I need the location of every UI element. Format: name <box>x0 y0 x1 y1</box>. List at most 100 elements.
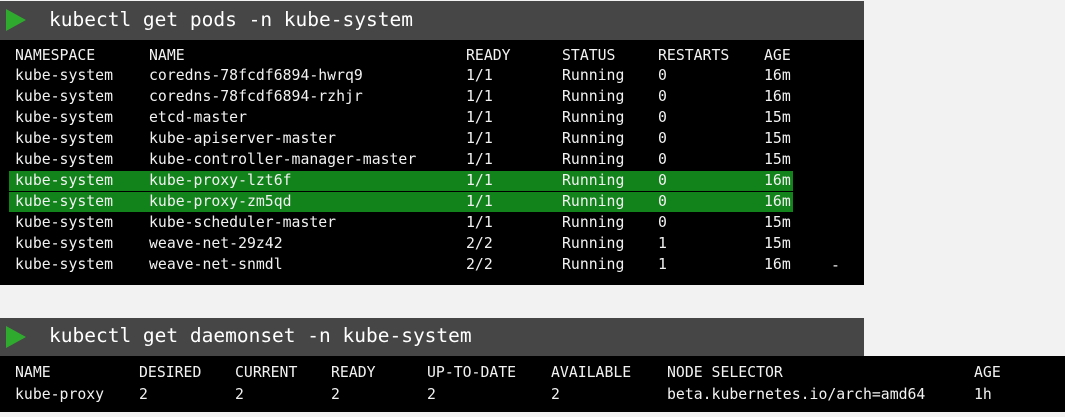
cell-ready: 2/2 <box>466 256 493 273</box>
cell-current: 2 <box>235 386 244 403</box>
cell-status: Running <box>562 109 625 126</box>
cell-up-to-date: 2 <box>427 386 436 403</box>
cell-restarts: 0 <box>658 214 667 231</box>
cell-age: 16m <box>764 67 791 84</box>
cell-name: kube-apiserver-master <box>149 130 337 147</box>
cell-name: kube-proxy-lzt6f <box>149 172 292 189</box>
cell-namespace: kube-system <box>15 130 113 147</box>
cell-name: kube-scheduler-master <box>149 214 337 231</box>
daemonset-terminal-output: NAME DESIRED CURRENT READY UP-TO-DATE AV… <box>0 356 1065 412</box>
cell-restarts: 1 <box>658 235 667 252</box>
cell-namespace: kube-system <box>15 151 113 168</box>
header-up-to-date: UP-TO-DATE <box>427 364 517 381</box>
table-row: kube-system weave-net-snmdl 2/2 Running 1 16m <box>0 255 864 275</box>
cell-age: 15m <box>764 130 791 147</box>
cell-namespace: kube-system <box>15 109 113 126</box>
header-namespace: NAMESPACE <box>15 47 96 64</box>
trailing-mark: - <box>831 257 840 274</box>
table-row-highlighted: kube-system kube-proxy-zm5qd 1/1 Running 0 16… <box>0 192 864 212</box>
header-status: STATUS <box>562 47 616 64</box>
cell-ready: 1/1 <box>466 88 493 105</box>
cell-name: coredns-78fcdf6894-hwrq9 <box>149 67 363 84</box>
header-restarts: RESTARTS <box>658 47 730 64</box>
pods-terminal-output: NAMESPACE NAME READY STATUS RESTARTS AGE… <box>0 40 864 285</box>
cell-restarts: 0 <box>658 130 667 147</box>
cell-status: Running <box>562 172 625 189</box>
cell-namespace: kube-system <box>15 88 113 105</box>
cell-ready: 1/1 <box>466 130 493 147</box>
cell-name: weave-net-29z42 <box>149 235 283 252</box>
cell-status: Running <box>562 214 625 231</box>
header-available: AVAILABLE <box>551 364 632 381</box>
cell-status: Running <box>562 235 625 252</box>
cell-ready: 2/2 <box>466 235 493 252</box>
table-row-highlighted: kube-system kube-proxy-lzt6f 1/1 Running 0 16… <box>0 171 864 191</box>
cell-restarts: 0 <box>658 172 667 189</box>
cell-namespace: kube-system <box>15 172 113 189</box>
cell-ready: 2 <box>331 386 340 403</box>
cell-ready: 1/1 <box>466 109 493 126</box>
cell-restarts: 1 <box>658 256 667 273</box>
header-ready: READY <box>331 364 376 381</box>
cell-node-selector: beta.kubernetes.io/arch=amd64 <box>667 386 926 403</box>
cell-ready: 1/1 <box>466 214 493 231</box>
cell-name: coredns-78fcdf6894-rzhjr <box>149 88 363 105</box>
cell-status: Running <box>562 151 625 168</box>
play-triangle-icon[interactable] <box>6 9 26 31</box>
cell-status: Running <box>562 130 625 147</box>
table-row: kube-system kube-apiserver-master 1/1 Runni… <box>0 129 864 149</box>
cell-age: 15m <box>764 235 791 252</box>
header-age: AGE <box>974 364 1001 381</box>
header-node-selector: NODE SELECTOR <box>667 364 783 381</box>
table-row: kube-system etcd-master 1/1 Running 0 15m <box>0 108 864 128</box>
cell-status: Running <box>562 256 625 273</box>
header-current: CURRENT <box>235 364 298 381</box>
cell-restarts: 0 <box>658 67 667 84</box>
cell-restarts: 0 <box>658 151 667 168</box>
cell-name: kube-proxy <box>15 386 105 403</box>
cell-age: 1h <box>974 386 992 403</box>
header-age: AGE <box>764 47 791 64</box>
cell-age: 16m <box>764 193 791 210</box>
header-name: NAME <box>15 364 51 381</box>
table-row: kube-system kube-controller-manager-maste… <box>0 150 864 170</box>
cell-namespace: kube-system <box>15 256 113 273</box>
pods-command-bar: kubectl get pods -n kube-system <box>0 1 864 40</box>
cell-restarts: 0 <box>658 109 667 126</box>
row-highlight <box>9 192 793 212</box>
row-highlight <box>9 171 793 191</box>
daemonset-command-bar: kubectl get daemonset -n kube-system <box>0 318 864 356</box>
cell-namespace: kube-system <box>15 214 113 231</box>
cell-age: 16m <box>764 88 791 105</box>
cell-age: 16m <box>764 256 791 273</box>
cell-ready: 1/1 <box>466 193 493 210</box>
cell-status: Running <box>562 67 625 84</box>
daemonset-table-header: NAME DESIRED CURRENT READY UP-TO-DATE AV… <box>0 363 1065 383</box>
header-name: NAME <box>149 47 185 64</box>
cell-restarts: 0 <box>658 88 667 105</box>
table-row: kube-system coredns-78fcdf6894-hwrq9 1/1 Ru… <box>0 66 864 86</box>
header-ready: READY <box>466 47 511 64</box>
cell-restarts: 0 <box>658 193 667 210</box>
cell-name: etcd-master <box>149 109 247 126</box>
cell-name: weave-net-snmdl <box>149 256 283 273</box>
cell-age: 15m <box>764 109 791 126</box>
play-triangle-icon[interactable] <box>6 326 26 348</box>
cell-ready: 1/1 <box>466 151 493 168</box>
table-row: kube-system weave-net-29z42 2/2 Running 1 15m <box>0 234 864 254</box>
pods-command-text: kubectl get pods -n kube-system <box>49 8 413 31</box>
table-row: kube-system coredns-78fcdf6894-rzhjr 1/1 Ru… <box>0 87 864 107</box>
cell-status: Running <box>562 88 625 105</box>
header-desired: DESIRED <box>139 364 202 381</box>
daemonset-row: kube-proxy 2 2 2 2 2 beta.kubernetes.io/… <box>0 385 1065 405</box>
cell-namespace: kube-system <box>15 193 113 210</box>
table-row: kube-system kube-scheduler-master 1/1 Runni… <box>0 213 864 233</box>
cell-desired: 2 <box>139 386 148 403</box>
daemonset-command-text: kubectl get daemonset -n kube-system <box>49 324 472 347</box>
cell-age: 15m <box>764 151 791 168</box>
cell-available: 2 <box>551 386 560 403</box>
cell-ready: 1/1 <box>466 172 493 189</box>
cell-namespace: kube-system <box>15 235 113 252</box>
pods-table-header: NAMESPACE NAME READY STATUS RESTARTS AGE <box>0 46 864 66</box>
cell-age: 16m <box>764 172 791 189</box>
